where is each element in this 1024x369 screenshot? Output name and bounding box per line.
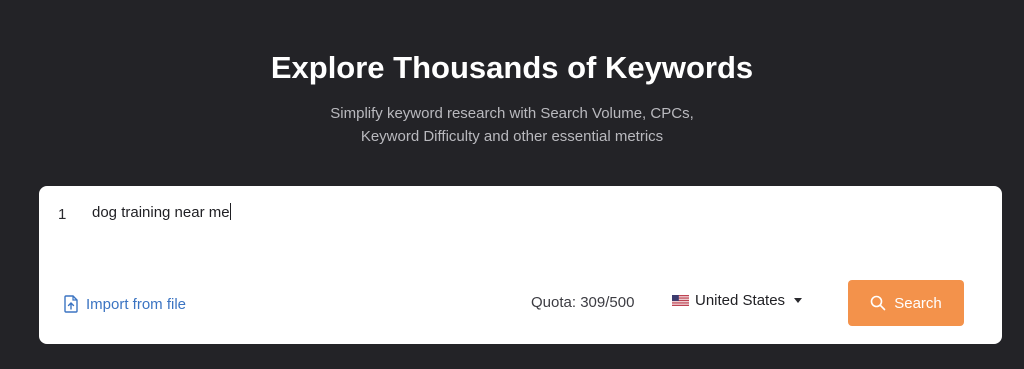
- chevron-down-icon: [794, 298, 803, 303]
- text-caret: [229, 203, 231, 220]
- file-upload-icon: [64, 295, 78, 313]
- search-label: Search: [894, 294, 942, 312]
- line-number: 1: [58, 206, 67, 223]
- import-label: Import from file: [86, 295, 187, 313]
- country-select[interactable]: United States: [672, 292, 803, 309]
- quota-text: Quota: 309/500: [531, 294, 635, 311]
- us-flag-icon: [672, 295, 689, 306]
- keyword-search-card: 1 dog training near me Import from file …: [39, 186, 1002, 344]
- page-subtitle: Simplify keyword research with Search Vo…: [0, 102, 1024, 148]
- search-button[interactable]: Search: [848, 280, 964, 326]
- search-icon: [870, 295, 886, 311]
- country-label: United States: [695, 292, 786, 309]
- page-title: Explore Thousands of Keywords: [270, 50, 754, 85]
- subtitle-line-2: Keyword Difficulty and other essential m…: [360, 128, 664, 145]
- import-from-file-link[interactable]: Import from file: [64, 295, 186, 313]
- keyword-explorer-page: Explore Thousands of Keywords Simplify k…: [0, 0, 1024, 369]
- subtitle-line-1: Simplify keyword research with Search Vo…: [330, 105, 694, 122]
- keyword-text: dog training near me: [92, 204, 230, 221]
- keyword-input[interactable]: dog training near me: [92, 200, 972, 263]
